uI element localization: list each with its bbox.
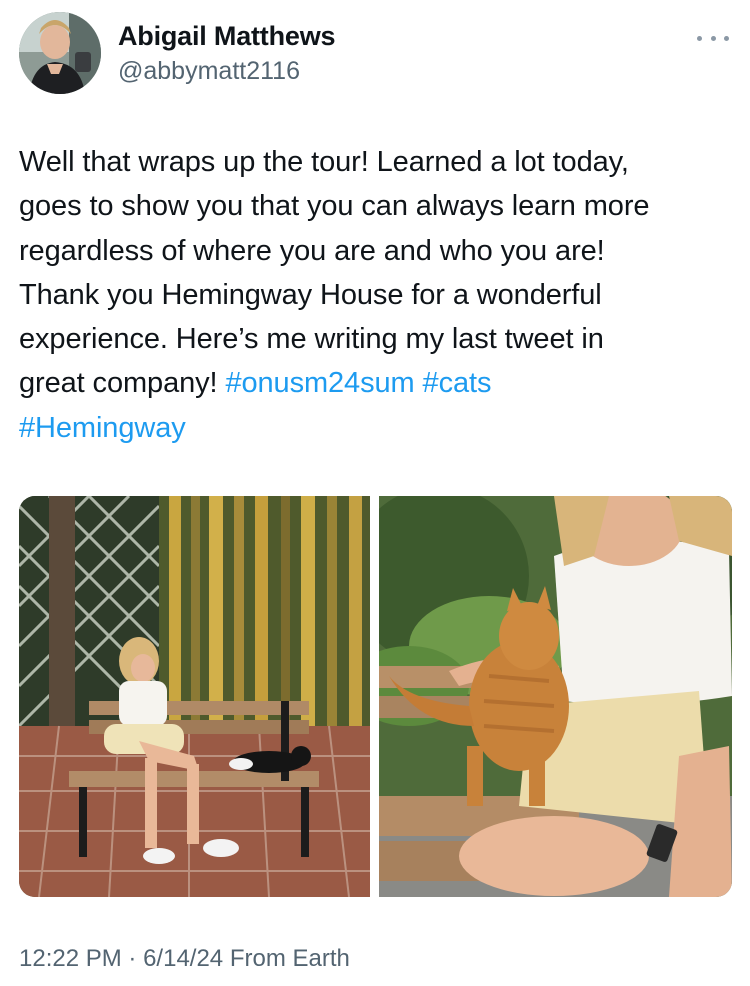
tweet-source: From Earth	[229, 945, 350, 972]
tweet-line: goes to show you that you can always lea…	[19, 190, 650, 223]
user-handle[interactable]: @abbymatt2116	[118, 57, 300, 86]
avatar-photo-icon	[19, 12, 101, 94]
meta-separator: ·	[128, 945, 137, 972]
display-name[interactable]: Abigail Matthews	[118, 21, 336, 52]
more-options-button[interactable]	[695, 26, 731, 50]
tweet-line: experience. Here’s me writing my last tw…	[19, 323, 604, 356]
tweet-line: Well that wraps up the tour! Learned a l…	[19, 146, 629, 178]
hashtag-link[interactable]: #Hemingway	[19, 412, 186, 444]
avatar[interactable]	[19, 12, 101, 94]
ellipsis-icon	[724, 35, 729, 41]
tweet-line: regardless of where you are and who you …	[19, 234, 605, 267]
tweet-photo-right[interactable]	[379, 496, 732, 897]
tweet-metadata: 12:22 PM · 6/14/24 From Earth	[19, 945, 350, 973]
tweet-line: great company! #onusm24sum #cats	[19, 367, 492, 400]
tweet-time[interactable]: 12:22 PM	[19, 945, 122, 972]
tweet-text: Well that wraps up the tour! Learned a l…	[19, 140, 734, 450]
hashtag-link[interactable]: #onusm24sum	[225, 367, 414, 399]
photo-bench-bamboo-icon	[19, 496, 370, 897]
ellipsis-icon	[710, 35, 716, 41]
hashtag-link[interactable]: #cats	[423, 367, 492, 399]
tweet-line: #Hemingway	[19, 406, 734, 450]
photo-orange-cat-icon	[379, 496, 732, 897]
tweet-photo-left[interactable]	[19, 496, 370, 897]
ellipsis-icon	[697, 35, 702, 41]
tweet-line: Thank you Hemingway House for a wonderfu…	[19, 278, 602, 311]
tweet-date[interactable]: 6/14/24	[143, 945, 223, 972]
